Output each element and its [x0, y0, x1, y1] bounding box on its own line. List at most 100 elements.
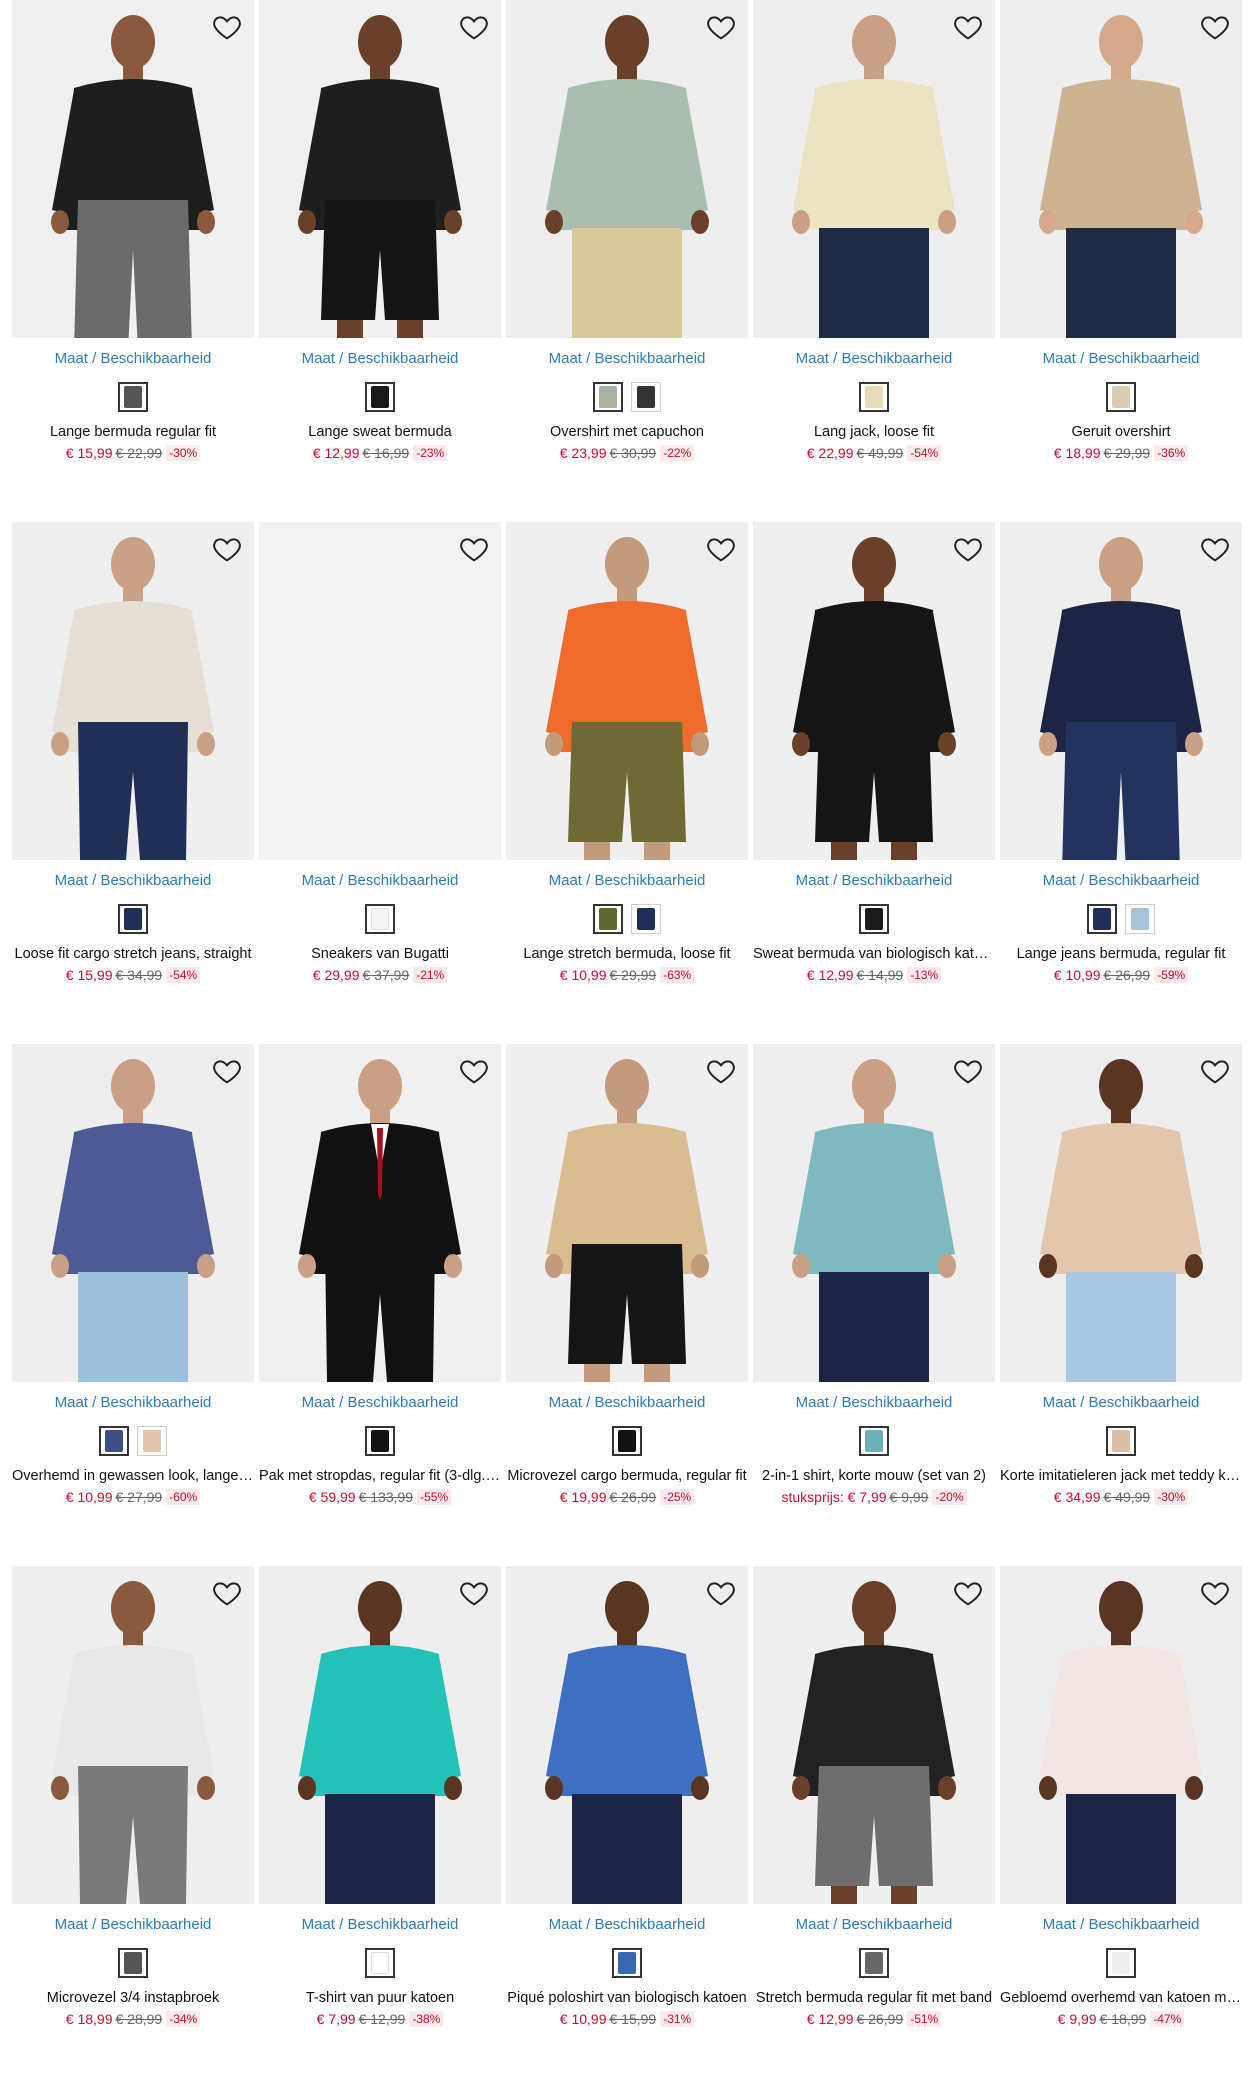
product-name[interactable]: 2-in-1 shirt, korte mouw (set van 2) — [753, 1468, 995, 1484]
color-swatch[interactable] — [118, 382, 148, 412]
product-card[interactable]: Maat / Beschikbaarheid Lange bermuda regu… — [12, 0, 254, 522]
color-swatch[interactable] — [1106, 382, 1136, 412]
wishlist-button[interactable] — [210, 532, 244, 566]
product-name[interactable]: Sweat bermuda van biologisch katoen — [753, 946, 995, 962]
product-card[interactable]: Maat / Beschikbaarheid Microvezel cargo b… — [506, 1044, 748, 1566]
product-card[interactable]: Maat / Beschikbaarheid Korte imitatielere… — [1000, 1044, 1242, 1566]
product-name[interactable]: Geruit overshirt — [1000, 424, 1242, 440]
wishlist-button[interactable] — [457, 1576, 491, 1610]
wishlist-button[interactable] — [210, 1576, 244, 1610]
size-availability-link[interactable]: Maat / Beschikbaarheid — [753, 1394, 995, 1411]
size-availability-link[interactable]: Maat / Beschikbaarheid — [12, 350, 254, 367]
product-image-container[interactable] — [259, 0, 501, 338]
size-availability-link[interactable]: Maat / Beschikbaarheid — [1000, 1394, 1242, 1411]
product-name[interactable]: Microvezel cargo bermuda, regular fit — [506, 1468, 748, 1484]
product-image-container[interactable] — [506, 1566, 748, 1904]
product-name[interactable]: Lange sweat bermuda — [259, 424, 501, 440]
product-image-container[interactable] — [12, 522, 254, 860]
product-card[interactable]: Maat / Beschikbaarheid Loose fit cargo st… — [12, 522, 254, 1044]
product-card[interactable]: Maat / Beschikbaarheid Stretch bermuda re… — [753, 1566, 995, 2082]
wishlist-button[interactable] — [1198, 532, 1232, 566]
product-name[interactable]: Overshirt met capuchon — [506, 424, 748, 440]
size-availability-link[interactable]: Maat / Beschikbaarheid — [259, 350, 501, 367]
wishlist-button[interactable] — [1198, 1054, 1232, 1088]
product-image-container[interactable] — [259, 1044, 501, 1382]
color-swatch[interactable] — [612, 1948, 642, 1978]
size-availability-link[interactable]: Maat / Beschikbaarheid — [259, 872, 501, 889]
product-card[interactable]: Maat / Beschikbaarheid Sneakers van Bugat… — [259, 522, 501, 1044]
product-image-container[interactable] — [506, 1044, 748, 1382]
size-availability-link[interactable]: Maat / Beschikbaarheid — [506, 1916, 748, 1933]
wishlist-button[interactable] — [704, 10, 738, 44]
wishlist-button[interactable] — [951, 1576, 985, 1610]
size-availability-link[interactable]: Maat / Beschikbaarheid — [753, 350, 995, 367]
size-availability-link[interactable]: Maat / Beschikbaarheid — [506, 1394, 748, 1411]
color-swatch[interactable] — [1106, 1948, 1136, 1978]
product-card[interactable]: Maat / Beschikbaarheid Pak met stropdas, … — [259, 1044, 501, 1566]
color-swatch[interactable] — [1087, 904, 1117, 934]
product-image-container[interactable] — [506, 522, 748, 860]
product-card[interactable]: Maat / Beschikbaarheid Lang jack, loose f… — [753, 0, 995, 522]
size-availability-link[interactable]: Maat / Beschikbaarheid — [1000, 1916, 1242, 1933]
color-swatch[interactable] — [99, 1426, 129, 1456]
wishlist-button[interactable] — [457, 10, 491, 44]
color-swatch[interactable] — [859, 382, 889, 412]
product-name[interactable]: Lang jack, loose fit — [753, 424, 995, 440]
product-card[interactable]: Maat / Beschikbaarheid Piqué poloshirt va… — [506, 1566, 748, 2082]
wishlist-button[interactable] — [210, 10, 244, 44]
size-availability-link[interactable]: Maat / Beschikbaarheid — [753, 1916, 995, 1933]
color-swatch[interactable] — [859, 1948, 889, 1978]
color-swatch[interactable] — [365, 1948, 395, 1978]
size-availability-link[interactable]: Maat / Beschikbaarheid — [506, 350, 748, 367]
size-availability-link[interactable]: Maat / Beschikbaarheid — [753, 872, 995, 889]
product-image-container[interactable] — [1000, 1044, 1242, 1382]
size-availability-link[interactable]: Maat / Beschikbaarheid — [12, 1916, 254, 1933]
product-name[interactable]: Microvezel 3/4 instapbroek — [12, 1990, 254, 2006]
product-image-container[interactable] — [753, 1566, 995, 1904]
size-availability-link[interactable]: Maat / Beschikbaarheid — [12, 1394, 254, 1411]
product-card[interactable]: Maat / Beschikbaarheid Lange stretch berm… — [506, 522, 748, 1044]
product-card[interactable]: Maat / Beschikbaarheid Microvezel 3/4 ins… — [12, 1566, 254, 2082]
product-card[interactable]: Maat / Beschikbaarheid Overhemd in gewass… — [12, 1044, 254, 1566]
color-swatch[interactable] — [631, 382, 661, 412]
product-image-container[interactable] — [753, 1044, 995, 1382]
product-name[interactable]: Lange stretch bermuda, loose fit — [506, 946, 748, 962]
product-name[interactable]: Overhemd in gewassen look, lange mouw — [12, 1468, 254, 1484]
color-swatch[interactable] — [365, 382, 395, 412]
product-card[interactable]: Maat / Beschikbaarheid Gebloemd overhemd … — [1000, 1566, 1242, 2082]
wishlist-button[interactable] — [1198, 10, 1232, 44]
color-swatch[interactable] — [631, 904, 661, 934]
product-name[interactable]: Lange bermuda regular fit — [12, 424, 254, 440]
product-image-container[interactable] — [753, 0, 995, 338]
size-availability-link[interactable]: Maat / Beschikbaarheid — [259, 1916, 501, 1933]
product-name[interactable]: Sneakers van Bugatti — [259, 946, 501, 962]
product-card[interactable]: Maat / Beschikbaarheid Lange jeans bermud… — [1000, 522, 1242, 1044]
product-name[interactable]: Korte imitatieleren jack met teddy kraag — [1000, 1468, 1242, 1484]
product-name[interactable]: Loose fit cargo stretch jeans, straight — [12, 946, 254, 962]
color-swatch[interactable] — [118, 904, 148, 934]
color-swatch[interactable] — [118, 1948, 148, 1978]
product-name[interactable]: Pak met stropdas, regular fit (3-dlg. se… — [259, 1468, 501, 1484]
product-image-container[interactable] — [12, 1566, 254, 1904]
color-swatch[interactable] — [612, 1426, 642, 1456]
product-image-container[interactable] — [12, 1044, 254, 1382]
size-availability-link[interactable]: Maat / Beschikbaarheid — [12, 872, 254, 889]
wishlist-button[interactable] — [704, 532, 738, 566]
color-swatch[interactable] — [1106, 1426, 1136, 1456]
product-image-container[interactable] — [259, 1566, 501, 1904]
product-card[interactable]: Maat / Beschikbaarheid Lange sweat bermud… — [259, 0, 501, 522]
product-image-container[interactable] — [1000, 522, 1242, 860]
product-name[interactable]: Gebloemd overhemd van katoen met korte m… — [1000, 1990, 1242, 2006]
wishlist-button[interactable] — [704, 1054, 738, 1088]
product-card[interactable]: Maat / Beschikbaarheid T-shirt van puur k… — [259, 1566, 501, 2082]
product-image-container[interactable] — [753, 522, 995, 860]
product-card[interactable]: Maat / Beschikbaarheid 2-in-1 shirt, kort… — [753, 1044, 995, 1566]
size-availability-link[interactable]: Maat / Beschikbaarheid — [506, 872, 748, 889]
wishlist-button[interactable] — [704, 1576, 738, 1610]
product-image-container[interactable] — [1000, 1566, 1242, 1904]
wishlist-button[interactable] — [1198, 1576, 1232, 1610]
product-image-container[interactable] — [1000, 0, 1242, 338]
product-name[interactable]: Lange jeans bermuda, regular fit — [1000, 946, 1242, 962]
product-card[interactable]: Maat / Beschikbaarheid Geruit overshirt € … — [1000, 0, 1242, 522]
wishlist-button[interactable] — [951, 532, 985, 566]
